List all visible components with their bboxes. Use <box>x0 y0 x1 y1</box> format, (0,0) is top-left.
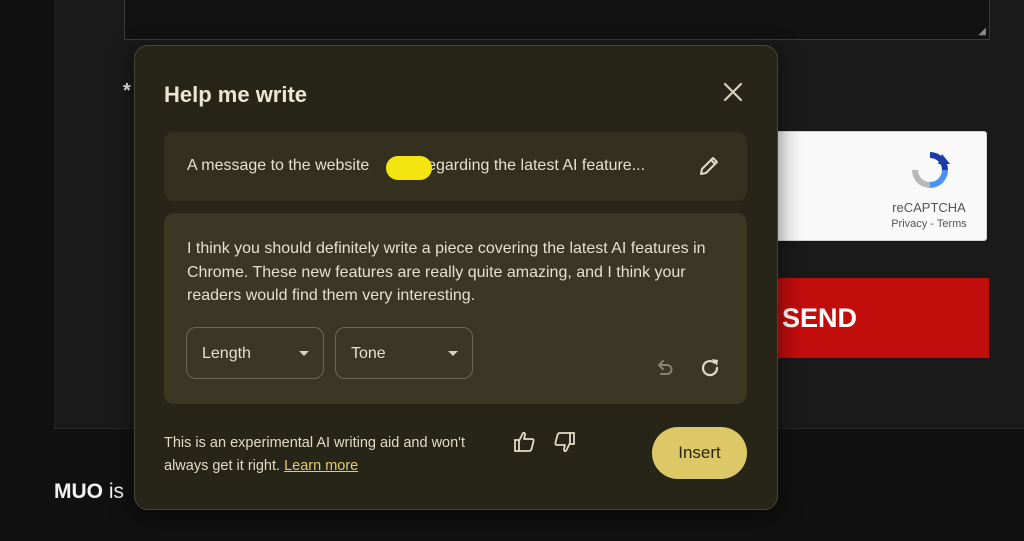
pencil-icon <box>700 157 718 175</box>
prompt-text-after: regarding the latest AI feature... <box>421 157 646 174</box>
recaptcha-logo-icon <box>912 152 950 188</box>
close-icon <box>723 82 743 102</box>
length-dropdown-label: Length <box>202 345 251 362</box>
recaptcha-widget[interactable]: reCAPTCHA Privacy - Terms <box>760 131 987 241</box>
close-button[interactable] <box>719 78 747 106</box>
undo-button[interactable] <box>652 356 676 380</box>
footer-text: MUO is <box>54 480 124 504</box>
prompt-card: A message to the website regarding the l… <box>164 132 747 201</box>
send-button[interactable]: SEND <box>760 278 989 358</box>
length-dropdown[interactable]: Length <box>186 327 324 379</box>
retry-button[interactable] <box>697 355 723 381</box>
footer-text-rest: is <box>103 480 124 503</box>
generated-text: I think you should definitely write a pi… <box>187 240 706 304</box>
footer-brand: MUO <box>54 480 103 503</box>
recaptcha-terms-link[interactable]: Terms <box>937 218 967 230</box>
message-textarea[interactable]: ◢ <box>124 0 990 40</box>
redaction-mark <box>386 156 432 180</box>
prompt-text-before: A message to the website <box>187 157 374 174</box>
thumbs-down-button[interactable] <box>551 429 577 455</box>
dialog-title: Help me write <box>164 82 308 107</box>
help-me-write-dialog: Help me write A message to the website r… <box>134 45 778 510</box>
result-card: I think you should definitely write a pi… <box>164 213 747 404</box>
retry-icon <box>701 359 719 377</box>
tone-dropdown[interactable]: Tone <box>335 327 473 379</box>
caret-down-icon <box>448 351 458 356</box>
caret-down-icon <box>299 351 309 356</box>
recaptcha-privacy-link[interactable]: Privacy <box>891 218 927 230</box>
tone-dropdown-label: Tone <box>351 345 386 362</box>
learn-more-link[interactable]: Learn more <box>284 458 358 474</box>
thumbs-up-icon <box>514 431 535 452</box>
required-marker: * <box>123 80 131 102</box>
recaptcha-label: reCAPTCHA <box>892 200 966 215</box>
edit-prompt-button[interactable] <box>697 154 721 178</box>
disclaimer: This is an experimental AI writing aid a… <box>164 432 509 478</box>
insert-button[interactable]: Insert <box>652 427 747 479</box>
thumbs-down-icon <box>554 432 575 453</box>
recaptcha-links: Privacy - Terms <box>879 218 979 230</box>
resize-grip-icon[interactable]: ◢ <box>978 27 986 37</box>
undo-icon <box>658 360 673 375</box>
recaptcha-links-separator: - <box>927 218 937 230</box>
thumbs-up-button[interactable] <box>512 429 538 455</box>
